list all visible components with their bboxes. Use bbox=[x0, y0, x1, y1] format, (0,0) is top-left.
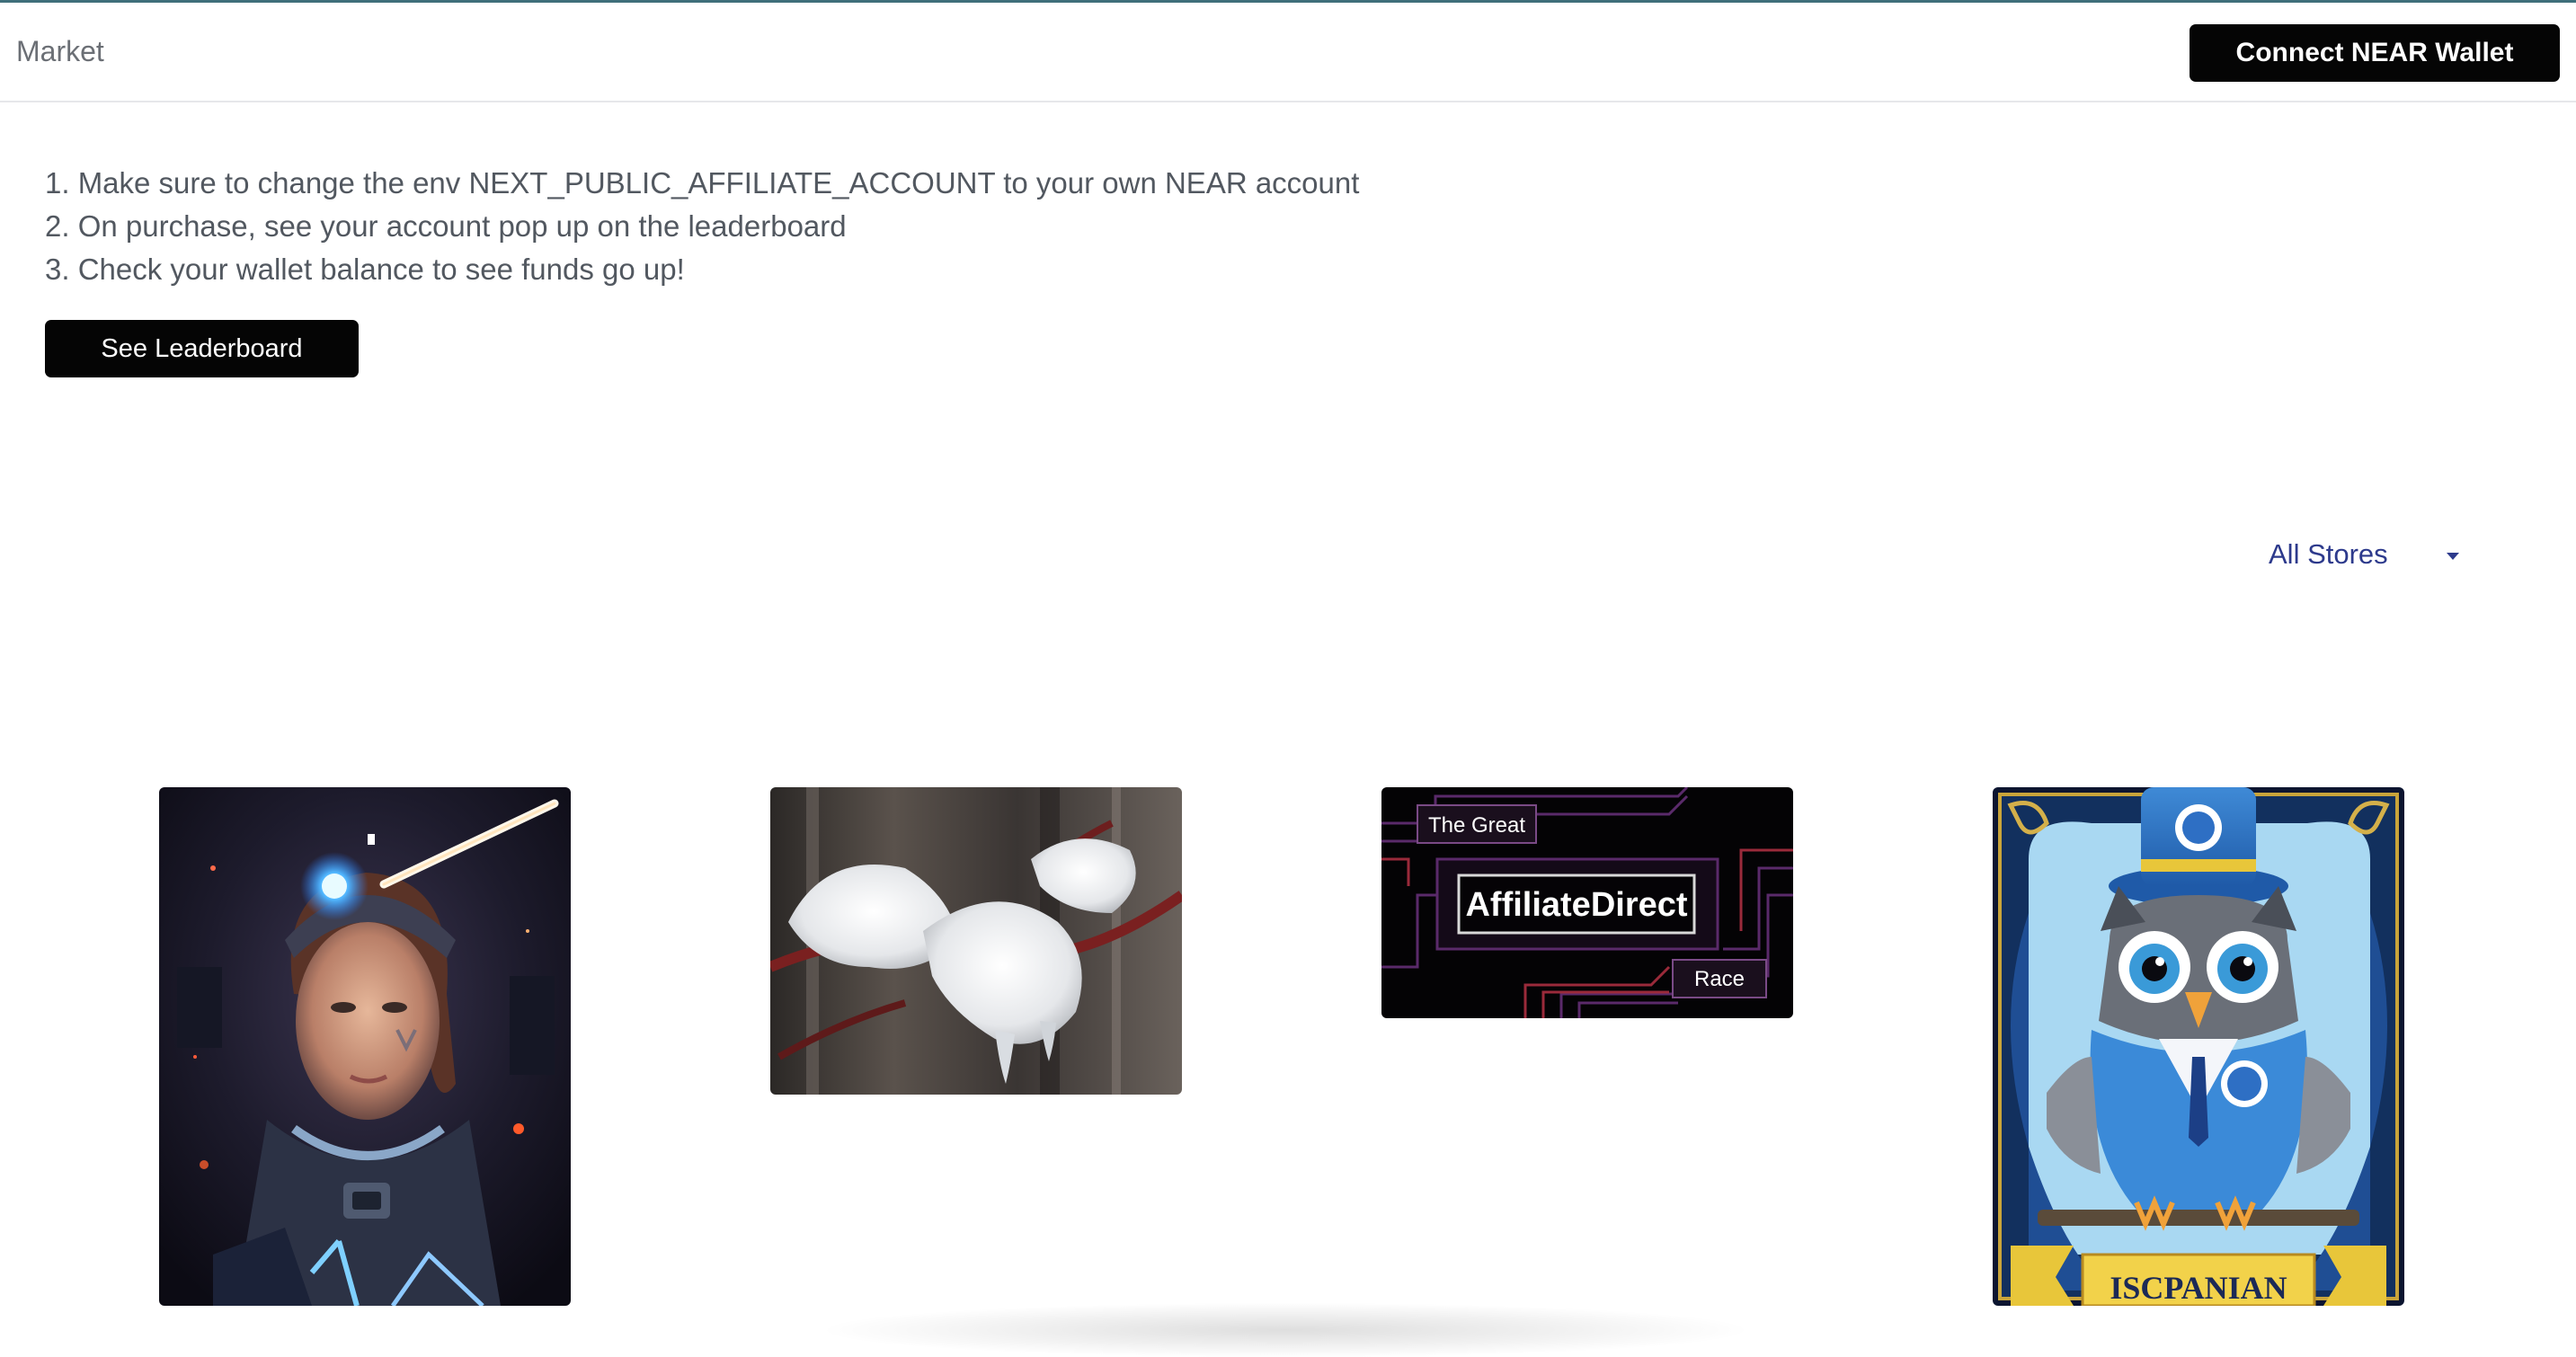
instruction-step-3: 3. Check your wallet balance to see fund… bbox=[45, 253, 685, 286]
snowy-branch-image bbox=[770, 787, 1182, 1095]
banner-title: AffiliateDirect bbox=[1465, 886, 1687, 924]
nft-card-affiliate-direct[interactable]: The Great AffiliateDirect Race bbox=[1381, 787, 1793, 1018]
nft-card-cyborg-woman[interactable] bbox=[159, 787, 571, 1306]
instruction-step-1: 1. Make sure to change the env NEXT_PUBL… bbox=[45, 166, 1360, 200]
scroll-shadow bbox=[827, 1303, 1744, 1357]
owl-mascot-image: ISCPANIAN bbox=[1993, 787, 2404, 1306]
cyborg-woman-image bbox=[159, 787, 571, 1306]
navbar: Market Connect NEAR Wallet bbox=[0, 3, 2576, 102]
owl-banner-text: ISCPANIAN bbox=[2110, 1270, 2287, 1306]
instruction-step-2: 2. On purchase, see your account pop up … bbox=[45, 209, 847, 243]
nft-card-owl-mascot[interactable]: ISCPANIAN bbox=[1993, 787, 2404, 1306]
instructions-list: 1. Make sure to change the env NEXT_PUBL… bbox=[45, 162, 1359, 291]
store-filter-value: All Stores bbox=[2269, 538, 2388, 570]
banner-bottom-label: Race bbox=[1694, 967, 1745, 991]
affiliate-direct-banner-image: The Great AffiliateDirect Race bbox=[1381, 787, 1793, 1018]
nft-card-snowy-branch[interactable] bbox=[770, 787, 1182, 1095]
connect-wallet-button[interactable]: Connect NEAR Wallet bbox=[2190, 24, 2560, 82]
chevron-down-icon bbox=[2447, 553, 2459, 560]
see-leaderboard-button[interactable]: See Leaderboard bbox=[45, 320, 359, 377]
store-filter-dropdown[interactable]: All Stores bbox=[2265, 532, 2465, 582]
nav-title-market[interactable]: Market bbox=[16, 35, 104, 68]
banner-top-label: The Great bbox=[1428, 813, 1525, 838]
